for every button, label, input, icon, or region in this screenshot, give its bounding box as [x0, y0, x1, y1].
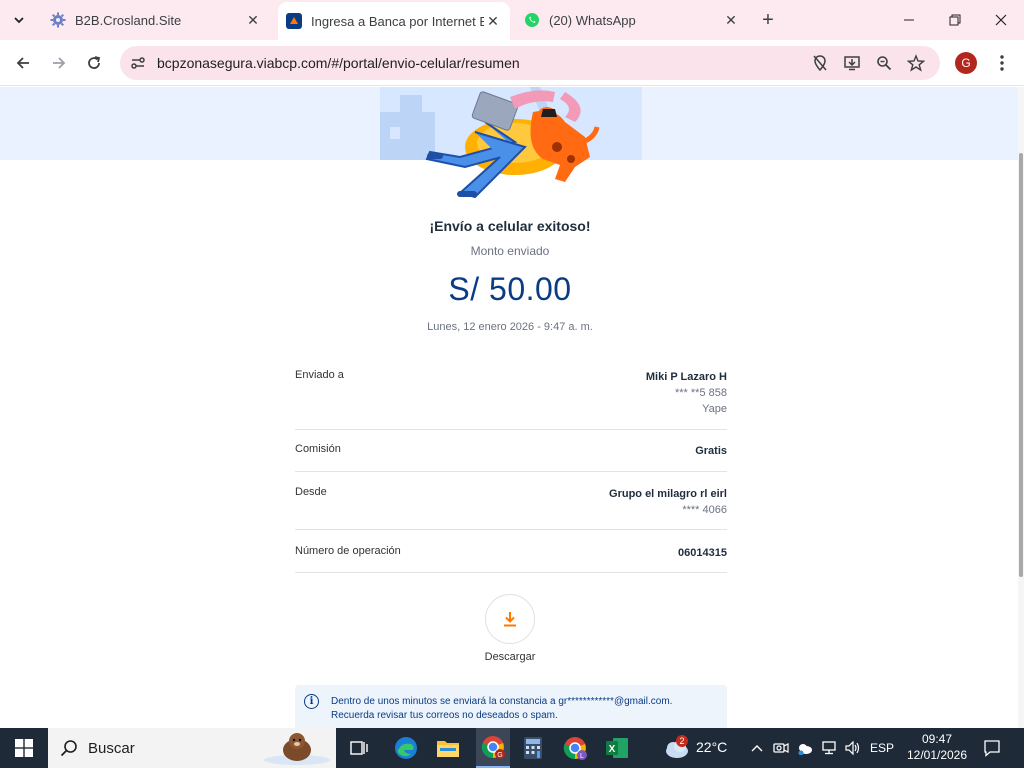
page-content: ¡Envío a celular exitoso! Monto enviado … [0, 87, 1024, 728]
excel-icon[interactable]: X [601, 732, 633, 764]
commission-value: Gratis [695, 445, 727, 457]
tab-search-button[interactable] [6, 8, 32, 32]
download-icon [504, 612, 516, 627]
notification-icon[interactable] [980, 736, 1004, 760]
info-notice: i Dentro de unos minutos se enviará la c… [295, 685, 727, 728]
detail-row-recipient: Enviado a Miki P Lazaro H *** **5 858 Ya… [295, 369, 727, 417]
detail-row-operation: Número de operación 06014315 [295, 545, 727, 561]
bookmark-star-icon[interactable] [906, 53, 926, 73]
close-tab-icon[interactable]: ✕ [484, 12, 502, 30]
info-line-2: Recuerda revisar tus correos no deseados… [331, 710, 558, 721]
info-line-1: Dentro de unos minutos se enviará la con… [331, 696, 673, 707]
show-hidden-icons-icon[interactable] [748, 738, 766, 758]
page-scrollbar[interactable] [1018, 87, 1024, 728]
network-icon[interactable] [820, 738, 838, 758]
location-off-icon[interactable] [810, 53, 830, 73]
recipient-name: Miki P Lazaro H [645, 371, 727, 383]
svg-text:X: X [609, 744, 616, 755]
clock-date: 12/01/2026 [906, 748, 968, 762]
svg-text:G: G [497, 752, 502, 759]
svg-text:L: L [580, 753, 584, 760]
input-language[interactable]: ESP [868, 738, 896, 758]
windows-taskbar: Buscar G L X 2 22°C ESP 09:47 12/01/2026 [0, 728, 1024, 768]
site-settings-icon[interactable] [128, 53, 148, 73]
taskbar-search[interactable]: Buscar [48, 728, 336, 768]
onedrive-icon[interactable] [796, 738, 814, 758]
calculator-icon[interactable] [517, 732, 549, 764]
close-tab-icon[interactable]: ✕ [244, 11, 262, 29]
recipient-phone: *** **5 858 [675, 387, 727, 399]
tab-crosland[interactable]: B2B.Crosland.Site ✕ [42, 0, 270, 40]
detail-label: Desde [295, 486, 327, 498]
minimize-icon[interactable] [886, 0, 932, 40]
scroll-thumb[interactable] [1019, 153, 1023, 577]
url-text[interactable]: bcpzonasegura.viabcp.com/#/portal/envio-… [157, 55, 520, 71]
divider [295, 572, 727, 573]
weather-badge: 2 [676, 735, 688, 747]
chrome-profile-g-icon[interactable]: G [476, 728, 510, 768]
start-button[interactable] [0, 728, 48, 768]
gear-favicon-icon [50, 12, 66, 28]
divider [295, 429, 727, 430]
search-highlight-otter-icon [264, 733, 330, 765]
tab-title: B2B.Crosland.Site [75, 12, 182, 28]
tab-strip: B2B.Crosland.Site ✕ Ingresa a Banca por … [0, 0, 1024, 40]
back-arrow-icon[interactable] [8, 48, 38, 78]
weather-widget[interactable]: 2 22°C [662, 734, 742, 762]
transaction-datetime: Lunes, 12 enero 2026 - 9:47 a. m. [427, 321, 593, 333]
divider [295, 471, 727, 472]
task-view-icon[interactable] [343, 732, 375, 764]
detail-row-from: Desde Grupo el milagro rl eirl **** 4066 [295, 486, 727, 518]
recipient-app: Yape [702, 403, 727, 415]
new-tab-plus-icon[interactable]: + [756, 8, 780, 32]
windows-logo-icon [15, 739, 33, 757]
search-placeholder: Buscar [88, 740, 135, 757]
profile-avatar[interactable]: G [955, 52, 977, 74]
install-app-icon[interactable] [842, 53, 862, 73]
detail-label: Comisión [295, 443, 341, 455]
tab-whatsapp[interactable]: (20) WhatsApp ✕ [516, 0, 748, 40]
system-clock[interactable]: 09:47 12/01/2026 [900, 731, 974, 763]
download-label[interactable]: Descargar [470, 651, 550, 663]
browser-toolbar: bcpzonasegura.viabcp.com/#/portal/envio-… [0, 40, 1024, 86]
tab-bcp[interactable]: Ingresa a Banca por Internet BC ✕ [278, 2, 510, 40]
clock-time: 09:47 [921, 732, 953, 746]
chevron-down-icon [14, 17, 24, 24]
weather-temperature: 22°C [696, 739, 728, 755]
zoom-icon[interactable] [874, 53, 894, 73]
chrome-profile-l-icon[interactable]: L [559, 732, 591, 764]
file-explorer-icon[interactable] [432, 732, 464, 764]
download-button[interactable] [485, 594, 535, 644]
address-bar[interactable]: bcpzonasegura.viabcp.com/#/portal/envio-… [120, 46, 940, 80]
success-illustration [425, 90, 600, 199]
source-account-name: Grupo el milagro rl eirl [609, 488, 727, 500]
tab-title: (20) WhatsApp [549, 12, 636, 28]
reload-icon[interactable] [79, 48, 109, 78]
detail-row-commission: Comisión Gratis [295, 443, 727, 459]
search-icon [60, 740, 77, 757]
tab-title: Ingresa a Banca por Internet BC [311, 13, 484, 29]
detail-label: Enviado a [295, 369, 344, 381]
edge-icon[interactable] [390, 732, 422, 764]
divider [295, 529, 727, 530]
close-tab-icon[interactable]: ✕ [722, 11, 740, 29]
detail-label: Número de operación [295, 545, 401, 557]
info-icon: i [304, 694, 319, 709]
whatsapp-favicon-icon [524, 12, 540, 28]
amount-value: S/ 50.00 [448, 271, 572, 307]
browser-menu-icon[interactable] [990, 48, 1014, 78]
amount-label: Monto enviado [470, 244, 550, 258]
restore-icon[interactable] [932, 0, 978, 40]
operation-number: 06014315 [678, 547, 727, 559]
forward-arrow-icon[interactable] [44, 48, 74, 78]
close-window-icon[interactable] [978, 0, 1024, 40]
volume-icon[interactable] [844, 738, 862, 758]
bcp-favicon-icon [286, 13, 302, 29]
camera-tray-icon[interactable] [772, 738, 790, 758]
source-account-number: **** 4066 [682, 504, 727, 516]
success-title: ¡Envío a celular exitoso! [429, 218, 591, 234]
